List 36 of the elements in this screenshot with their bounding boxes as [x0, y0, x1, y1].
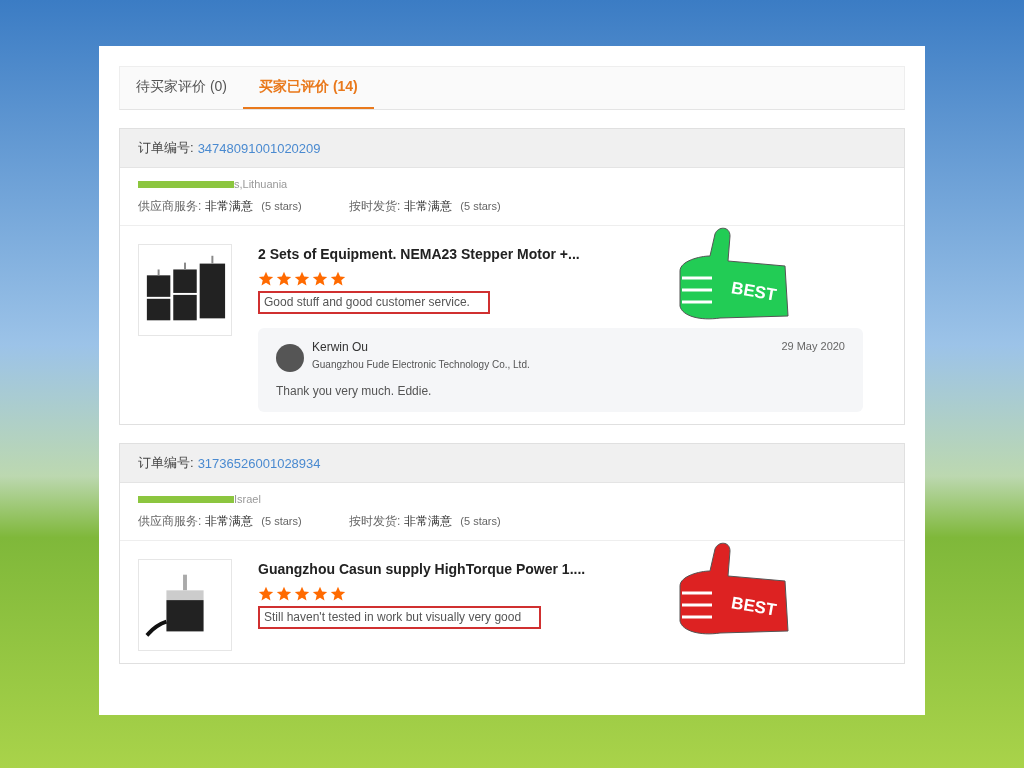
filled-star-icon — [330, 271, 346, 287]
rating-label: 供应商服务: — [138, 513, 202, 530]
rating-label: 供应商服务: — [138, 198, 202, 215]
product-title[interactable]: Guangzhou Casun supply HighTorque Power 1.... — [258, 561, 886, 577]
replier-name: Kerwin Ou — [312, 340, 370, 354]
rating-label: 按时发货: — [349, 513, 401, 530]
buyer-location: Israel — [234, 493, 261, 505]
review-comment: Still haven't tested in work but visually very good — [258, 606, 542, 629]
filled-star-icon — [258, 271, 274, 287]
product-title[interactable]: 2 Sets of Equipment. NEMA23 Stepper Motor +... — [258, 246, 886, 262]
rating-value: 非常满意 — [205, 198, 254, 215]
review-tab[interactable]: 待买家评价 (0) — [120, 67, 243, 109]
filled-star-icon — [312, 586, 328, 602]
rating-value: 非常满意 — [404, 513, 453, 530]
filled-star-icon — [276, 586, 292, 602]
buyer-location: s,Lithuania — [234, 178, 288, 190]
rating-note: (5 stars) — [261, 200, 302, 212]
replier-company: Guangzhou Fude Electronic Technology Co., Ltd. — [312, 359, 531, 370]
review-comment: Good stuff and good customer service. — [258, 291, 490, 314]
reply-text: Thank you very much. Eddie. — [276, 384, 433, 398]
filled-star-icon — [294, 586, 310, 602]
rating-note: (5 stars) — [460, 200, 501, 212]
reply-date: 29 May 2020 — [781, 340, 845, 352]
rating-note: (5 stars) — [261, 515, 302, 527]
filled-star-icon — [294, 271, 310, 287]
rating-value: 非常满意 — [404, 198, 453, 215]
filled-star-icon — [312, 271, 328, 287]
filled-star-icon — [258, 586, 274, 602]
avatar-circle — [276, 344, 304, 372]
rating-label: 按时发货: — [349, 198, 401, 215]
order-number-label: 订单编号: — [138, 454, 194, 472]
order-number-label: 订单编号: — [138, 139, 194, 157]
rating-value: 非常满意 — [205, 513, 254, 530]
filled-star-icon — [276, 271, 292, 287]
rating-note: (5 stars) — [460, 515, 501, 527]
filled-star-icon — [330, 586, 346, 602]
